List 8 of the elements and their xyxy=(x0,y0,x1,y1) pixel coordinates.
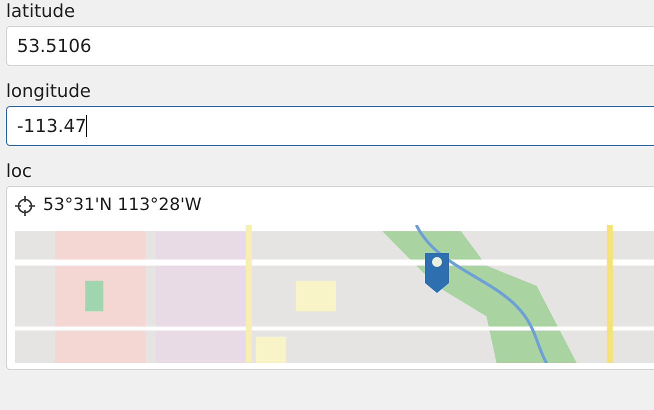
input-field[interactable]: -113.47 xyxy=(6,106,654,146)
field-label: longitude xyxy=(6,80,92,104)
map-pin-icon xyxy=(425,253,449,293)
crosshair-icon xyxy=(15,196,35,216)
coordinates-text: 53°31'N 113°28'W xyxy=(43,194,202,218)
field-label: latitude xyxy=(6,0,76,24)
field-label: loc xyxy=(6,160,33,184)
input-field[interactable]: 53.5106 xyxy=(6,26,654,66)
